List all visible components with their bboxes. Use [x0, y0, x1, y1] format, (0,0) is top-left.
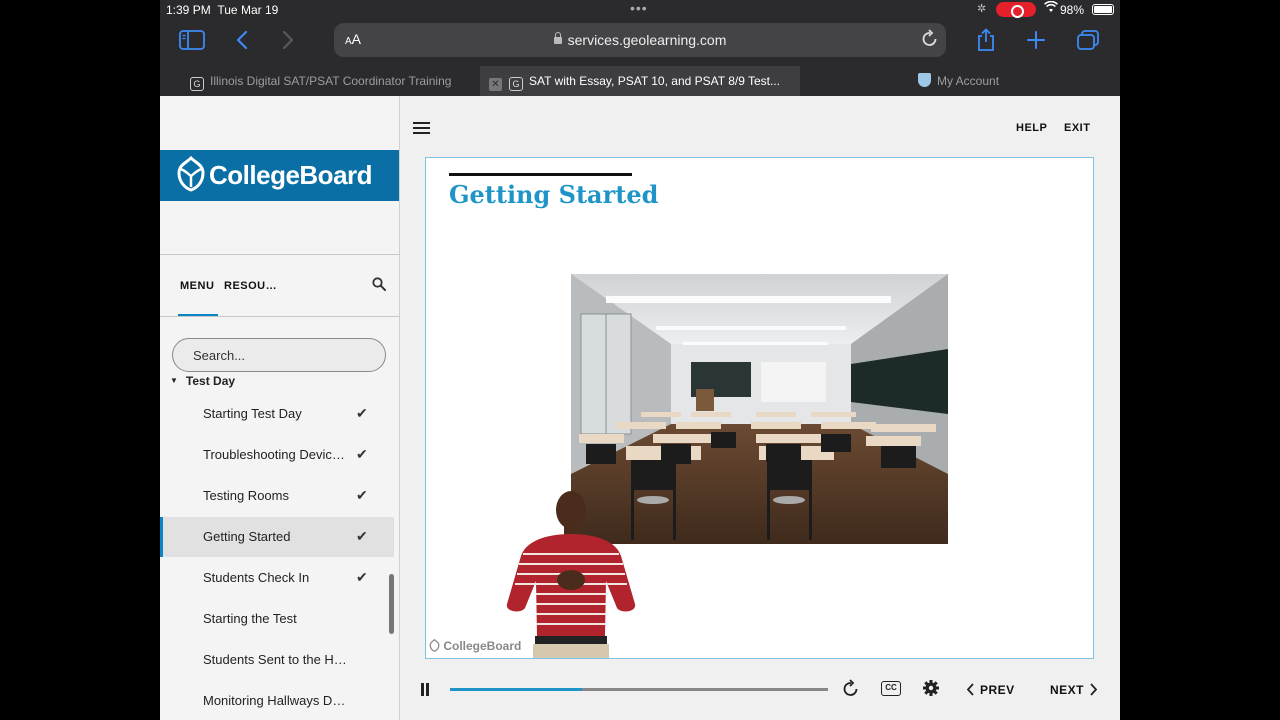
- checkmark-icon: ✔: [356, 405, 368, 421]
- battery-icon: [1092, 4, 1114, 15]
- close-tab-icon[interactable]: ✕: [489, 78, 502, 91]
- tab-title: SAT with Essay, PSAT 10, and PSAT 8/9 Te…: [529, 74, 781, 88]
- ipad-screen: 1:39 PM Tue Mar 19 ••• ✲ 98% AA services…: [160, 0, 1120, 720]
- favicon-g-icon: G: [509, 77, 523, 91]
- tab-title: Illinois Digital SAT/PSAT Coordinator Tr…: [210, 74, 452, 88]
- checkmark-icon: ✔: [356, 446, 368, 462]
- sidebar-tabs: MENU RESOU…: [160, 271, 399, 317]
- section-label: Test Day: [185, 374, 236, 388]
- share-icon[interactable]: [972, 26, 1000, 54]
- progress-bar[interactable]: [450, 688, 828, 691]
- tab-menu[interactable]: MENU: [180, 280, 214, 292]
- list-item[interactable]: Students Check In ✔: [160, 558, 394, 598]
- sidebar-icon[interactable]: [178, 26, 206, 54]
- slide-footer-logo: CollegeBoard: [429, 638, 522, 653]
- item-label: Monitoring Hallways D…: [203, 693, 346, 708]
- new-tab-icon[interactable]: [1022, 26, 1050, 54]
- list-item[interactable]: Monitoring Hallways D…: [160, 681, 394, 720]
- brand-name: CollegeBoard: [209, 160, 373, 190]
- status-bar: 1:39 PM Tue Mar 19 ••• ✲ 98%: [160, 0, 1120, 20]
- battery-percent: 98%: [1060, 3, 1085, 17]
- player-area: HELP EXIT Getting Started CollegeBoard C…: [400, 96, 1120, 720]
- tab-sat-essay[interactable]: ✕ G SAT with Essay, PSAT 10, and PSAT 8/9 …: [480, 66, 800, 96]
- next-label: NEXT: [1050, 683, 1085, 697]
- address-bar[interactable]: AA services.geolearning.com: [334, 23, 946, 57]
- wifi-icon: [1044, 0, 1058, 16]
- multitasking-dots-icon[interactable]: •••: [630, 0, 648, 16]
- chevron-right-icon: [1090, 683, 1098, 696]
- item-label: Students Sent to the H…: [203, 652, 347, 667]
- help-link[interactable]: HELP: [1016, 122, 1047, 134]
- lock-icon: [553, 32, 562, 44]
- list-item[interactable]: Testing Rooms ✔: [160, 476, 394, 516]
- replay-icon[interactable]: [843, 679, 859, 702]
- tab-title: My Account: [937, 74, 1000, 88]
- list-item[interactable]: Starting Test Day ✔: [160, 394, 394, 434]
- checkmark-icon: ✔: [356, 528, 368, 544]
- slide-title: Getting Started: [449, 180, 659, 209]
- item-label: Starting Test Day: [203, 406, 302, 421]
- next-button[interactable]: NEXT: [1050, 683, 1098, 697]
- tab-my-account[interactable]: My Account: [918, 66, 1118, 96]
- prev-button[interactable]: PREV: [966, 683, 1015, 697]
- browser-toolbar: AA services.geolearning.com: [160, 20, 1120, 66]
- slide: Getting Started CollegeBoard: [425, 157, 1094, 659]
- presenter-video: [506, 491, 636, 658]
- course-sidebar: CollegeBoard MENU RESOU… ▼ Test Day Start…: [160, 96, 400, 720]
- list-item[interactable]: Troubleshooting Devic… ✔: [160, 435, 394, 475]
- item-label: Students Check In: [203, 570, 310, 585]
- list-item[interactable]: Starting the Test: [160, 599, 394, 639]
- status-time: 1:39 PM Tue Mar 19: [166, 3, 279, 17]
- tab-illinois-training[interactable]: G Illinois Digital SAT/PSAT Coordinator T…: [190, 66, 480, 96]
- favicon-g-icon: G: [190, 77, 204, 91]
- list-item-active[interactable]: Getting Started ✔: [160, 517, 394, 557]
- shield-favicon-icon: [918, 73, 931, 87]
- activity-icon: ✲: [977, 3, 987, 15]
- hamburger-menu-icon[interactable]: [413, 122, 430, 134]
- search-icon[interactable]: [372, 277, 386, 291]
- exit-link[interactable]: EXIT: [1064, 122, 1090, 134]
- section-header-test-day[interactable]: ▼ Test Day: [170, 374, 235, 388]
- checkmark-icon: ✔: [356, 569, 368, 585]
- item-label: Troubleshooting Devic…: [203, 447, 345, 462]
- screen-recording-icon[interactable]: [996, 2, 1036, 18]
- footer-brand: CollegeBoard: [443, 639, 522, 653]
- tab-resources[interactable]: RESOU…: [224, 280, 277, 292]
- back-icon[interactable]: [228, 26, 256, 54]
- list-item[interactable]: Students Sent to the H…: [160, 640, 394, 680]
- tab-bar: G Illinois Digital SAT/PSAT Coordinator T…: [160, 66, 1120, 96]
- divider: [160, 316, 399, 317]
- acorn-icon: [177, 156, 205, 192]
- player-controls: CC PREV NEXT: [400, 676, 1120, 704]
- chevron-left-icon: [966, 683, 974, 696]
- title-rule: [449, 173, 632, 176]
- collegeboard-logo: CollegeBoard: [160, 150, 399, 201]
- acorn-icon: [429, 638, 440, 652]
- item-label: Starting the Test: [203, 611, 297, 626]
- pause-icon[interactable]: [420, 683, 430, 696]
- web-content: CollegeBoard MENU RESOU… ▼ Test Day Start…: [160, 96, 1120, 720]
- settings-gear-icon[interactable]: [922, 679, 940, 702]
- prev-label: PREV: [980, 683, 1015, 697]
- sidebar-scrollbar[interactable]: [389, 574, 394, 634]
- url-text[interactable]: services.geolearning.com: [334, 32, 946, 48]
- checkmark-icon: ✔: [356, 487, 368, 503]
- reload-icon[interactable]: [922, 29, 938, 52]
- progress-fill: [450, 688, 583, 691]
- divider: [160, 254, 399, 255]
- caret-down-icon: ▼: [170, 376, 178, 385]
- search-input[interactable]: [172, 338, 386, 372]
- tabs-overview-icon[interactable]: [1074, 26, 1102, 54]
- item-label: Getting Started: [203, 529, 291, 544]
- forward-icon[interactable]: [274, 26, 302, 54]
- item-label: Testing Rooms: [203, 488, 289, 503]
- closed-captions-icon[interactable]: CC: [881, 681, 901, 696]
